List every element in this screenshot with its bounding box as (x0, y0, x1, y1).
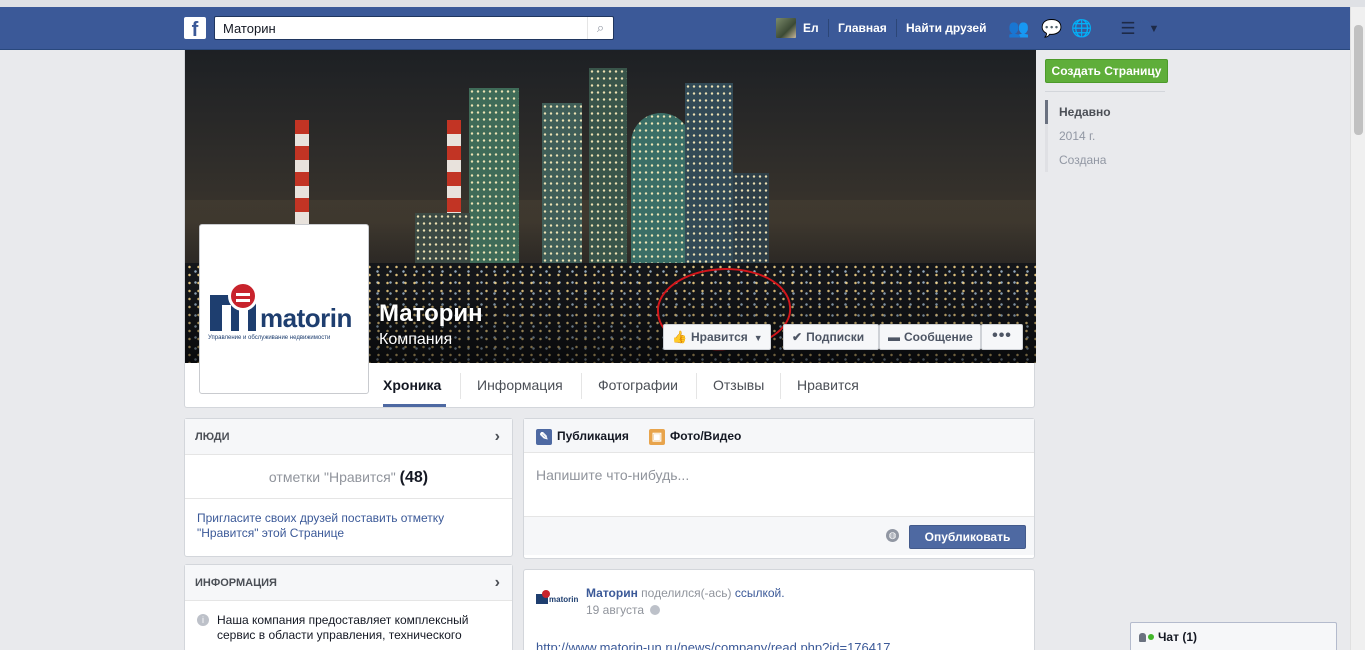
message-button[interactable]: ▬ Сообщение (879, 324, 981, 350)
timeline-nav-created[interactable]: Создана (1045, 148, 1165, 172)
timeline-nav: Недавно 2014 г. Создана (1045, 100, 1165, 172)
invite-friends-link[interactable]: Пригласите своих друзей поставить отметк… (185, 499, 512, 553)
online-dot-icon (1148, 634, 1154, 640)
like-button[interactable]: 👍 Нравится ▼ (663, 324, 771, 350)
page-tabs: Хроника Информация Фотографии Отзывы Нра… (185, 363, 1036, 407)
message-icon: ▬ (888, 330, 900, 344)
post-timestamp[interactable]: 19 августа (586, 603, 661, 617)
page-scrollbar[interactable] (1350, 7, 1365, 650)
create-page-button[interactable]: Создать Страницу (1045, 59, 1168, 83)
tab-divider (460, 373, 461, 399)
right-divider (1045, 91, 1165, 92)
tab-reviews[interactable]: Отзывы (713, 363, 764, 407)
chat-bar[interactable]: Чат (1) (1130, 622, 1337, 650)
composer-tab-post[interactable]: ✎ Публикация (536, 419, 629, 453)
pencil-icon: ✎ (536, 428, 552, 445)
tab-info[interactable]: Информация (477, 363, 563, 407)
tower (685, 83, 733, 293)
chevron-down-icon: ▼ (753, 333, 763, 343)
publish-button[interactable]: Опубликовать (909, 525, 1026, 549)
info-card-title: ИНФОРМАЦИЯ (195, 577, 277, 589)
page-category[interactable]: Компания (379, 331, 452, 349)
logo-tagline: Управление и обслуживание недвижимости (208, 335, 331, 341)
tab-likes[interactable]: Нравится (797, 363, 859, 407)
people-card-title: ЛЮДИ (195, 431, 230, 443)
tab-divider (780, 373, 781, 399)
message-label: Сообщение (904, 330, 973, 344)
messages-icon[interactable]: 💬 (1041, 19, 1062, 39)
subscriptions-label: Подписки (806, 330, 865, 344)
composer-tabs: ✎ Публикация ▣ Фото/Видео (524, 419, 1034, 453)
nav-divider (828, 19, 829, 37)
facebook-logo-icon[interactable]: f (184, 17, 206, 41)
like-button-label: Нравится (690, 330, 748, 344)
chat-label: Чат (1) (1158, 630, 1197, 644)
scrollbar-thumb[interactable] (1354, 25, 1363, 135)
post-date-text: 19 августа (586, 603, 645, 617)
likes-count: (48) (399, 469, 429, 486)
nav-divider (896, 19, 897, 37)
tab-timeline[interactable]: Хроника (383, 363, 446, 407)
tab-divider (581, 373, 582, 399)
thumbs-up-icon: 👍 (672, 330, 687, 344)
blue-bar: f ⌕ Ел Главная Найти друзей 👥 💬 🌐 ☰ ▼ (0, 7, 1350, 50)
people-card: ЛЮДИ › отметки "Нравится" (48) Пригласите… (184, 418, 513, 557)
notifications-icon[interactable]: 🌐 (1071, 19, 1092, 39)
search-box[interactable]: ⌕ (214, 16, 614, 40)
info-text: Наша компания предоставляет комплексный … (217, 613, 469, 642)
page-header: Маторин Компания 👍 Нравится ▼ ✔ Подписки ▬ С… (184, 50, 1036, 408)
privacy-icon[interactable]: ☰ (1118, 19, 1138, 39)
browser-strip (0, 0, 1365, 7)
home-link[interactable]: Главная (838, 21, 887, 35)
post-action-text: поделился(-ась) (641, 586, 732, 600)
likes-count-line[interactable]: отметки "Нравится" (48) (185, 455, 512, 499)
likes-label: отметки "Нравится" (268, 469, 396, 485)
people-card-header[interactable]: ЛЮДИ › (185, 419, 512, 455)
tower (589, 68, 627, 293)
post-header: Маторин поделился(-ась) ссылкой. (586, 586, 785, 600)
post-card: matorin Маторин поделился(-ась) ссылкой.… (523, 569, 1035, 650)
info-description: i Наша компания предоставляет комплексный… (185, 601, 512, 643)
logo-wordmark: matorin (260, 303, 352, 333)
info-card-header[interactable]: ИНФОРМАЦИЯ › (185, 565, 512, 601)
chevron-right-icon[interactable]: › (495, 419, 500, 455)
more-options-button[interactable]: ••• (981, 324, 1023, 350)
timeline-nav-recent[interactable]: Недавно (1045, 100, 1165, 124)
check-icon: ✔ (792, 330, 803, 344)
photo-icon: ▣ (649, 428, 665, 445)
post-author-link[interactable]: Маторин (586, 586, 638, 600)
composer-card: ✎ Публикация ▣ Фото/Видео Напишите что-ниб… (523, 418, 1035, 559)
composer-tab-photo-label: Фото/Видео (670, 429, 742, 443)
search-icon[interactable]: ⌕ (587, 17, 613, 39)
tab-divider (696, 373, 697, 399)
logo-circle-mark (228, 281, 258, 311)
composer-tab-photo[interactable]: ▣ Фото/Видео (649, 419, 741, 453)
post-shared-link[interactable]: http://www.matorin-un.ru/news/company/re… (536, 640, 890, 650)
tab-photos[interactable]: Фотографии (598, 363, 678, 407)
info-card: ИНФОРМАЦИЯ › i Наша компания предоставляет… (184, 564, 513, 650)
timeline-nav-2014[interactable]: 2014 г. (1045, 124, 1165, 148)
user-avatar[interactable] (776, 18, 796, 38)
logo-wordmark: matorin (549, 595, 579, 604)
subscriptions-button[interactable]: ✔ Подписки (783, 324, 879, 350)
audience-globe-icon[interactable]: ◍ (886, 529, 899, 542)
page-title[interactable]: Маторин (379, 300, 483, 328)
settings-arrow-icon[interactable]: ▼ (1144, 19, 1164, 39)
info-icon: i (197, 614, 209, 626)
post-author-avatar[interactable]: matorin (536, 588, 579, 612)
person-icon (1139, 633, 1146, 642)
search-input[interactable] (215, 17, 585, 39)
chevron-right-icon[interactable]: › (495, 565, 500, 601)
user-name-link[interactable]: Ел (803, 21, 819, 35)
composer-footer: ◍ Опубликовать (524, 517, 1034, 555)
post-action-link[interactable]: ссылкой. (735, 586, 785, 600)
composer-input[interactable]: Напишите что-нибудь... (524, 453, 1034, 517)
friend-requests-icon[interactable]: 👥 (1008, 19, 1029, 39)
audience-globe-icon (650, 605, 661, 615)
composer-tab-post-label: Публикация (557, 429, 629, 443)
find-friends-link[interactable]: Найти друзей (906, 21, 986, 35)
